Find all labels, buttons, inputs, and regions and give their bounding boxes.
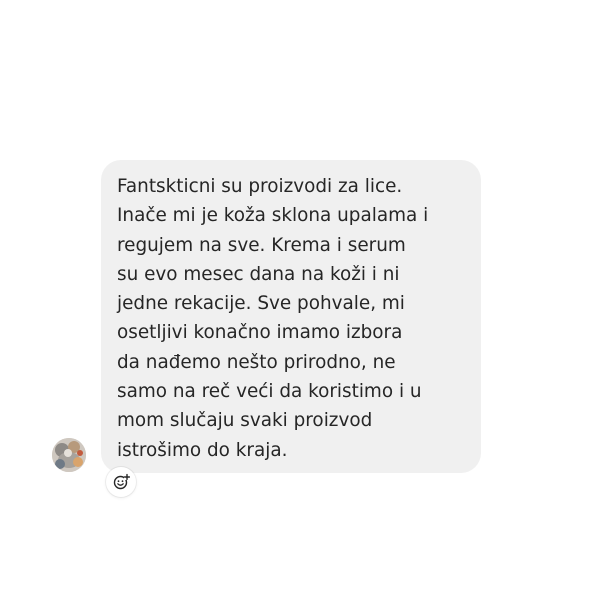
message-line: istrošimo do kraja. xyxy=(117,439,288,461)
dm-conversation: Fantskticni su proizvodi za lice. Inače … xyxy=(0,0,600,600)
message-line: osetljivi konačno imamo izbora xyxy=(117,322,403,344)
message-line: mom slučaju svaki proizvod xyxy=(117,410,373,432)
message-line: jedne rekacije. Sve pohvale, mi xyxy=(117,293,405,315)
message-line: su evo mesec dana na koži i ni xyxy=(117,263,400,285)
message-line: samo na reč veći da koristimo i u xyxy=(117,381,422,403)
avatar-image xyxy=(52,438,86,472)
message-line: da nađemo nešto prirodno, ne xyxy=(117,351,396,373)
message-line: Inače mi je koža sklona upalama i xyxy=(117,205,429,227)
message-bubble[interactable]: Fantskticni su proizvodi za lice. Inače … xyxy=(101,160,481,473)
add-reaction-button[interactable] xyxy=(106,467,136,497)
message-line: Fantskticni su proizvodi za lice. xyxy=(117,176,403,197)
sender-avatar[interactable] xyxy=(52,438,86,472)
message-line: regujem na sve. Krema i serum xyxy=(117,234,406,256)
add-reaction-icon xyxy=(113,473,130,490)
